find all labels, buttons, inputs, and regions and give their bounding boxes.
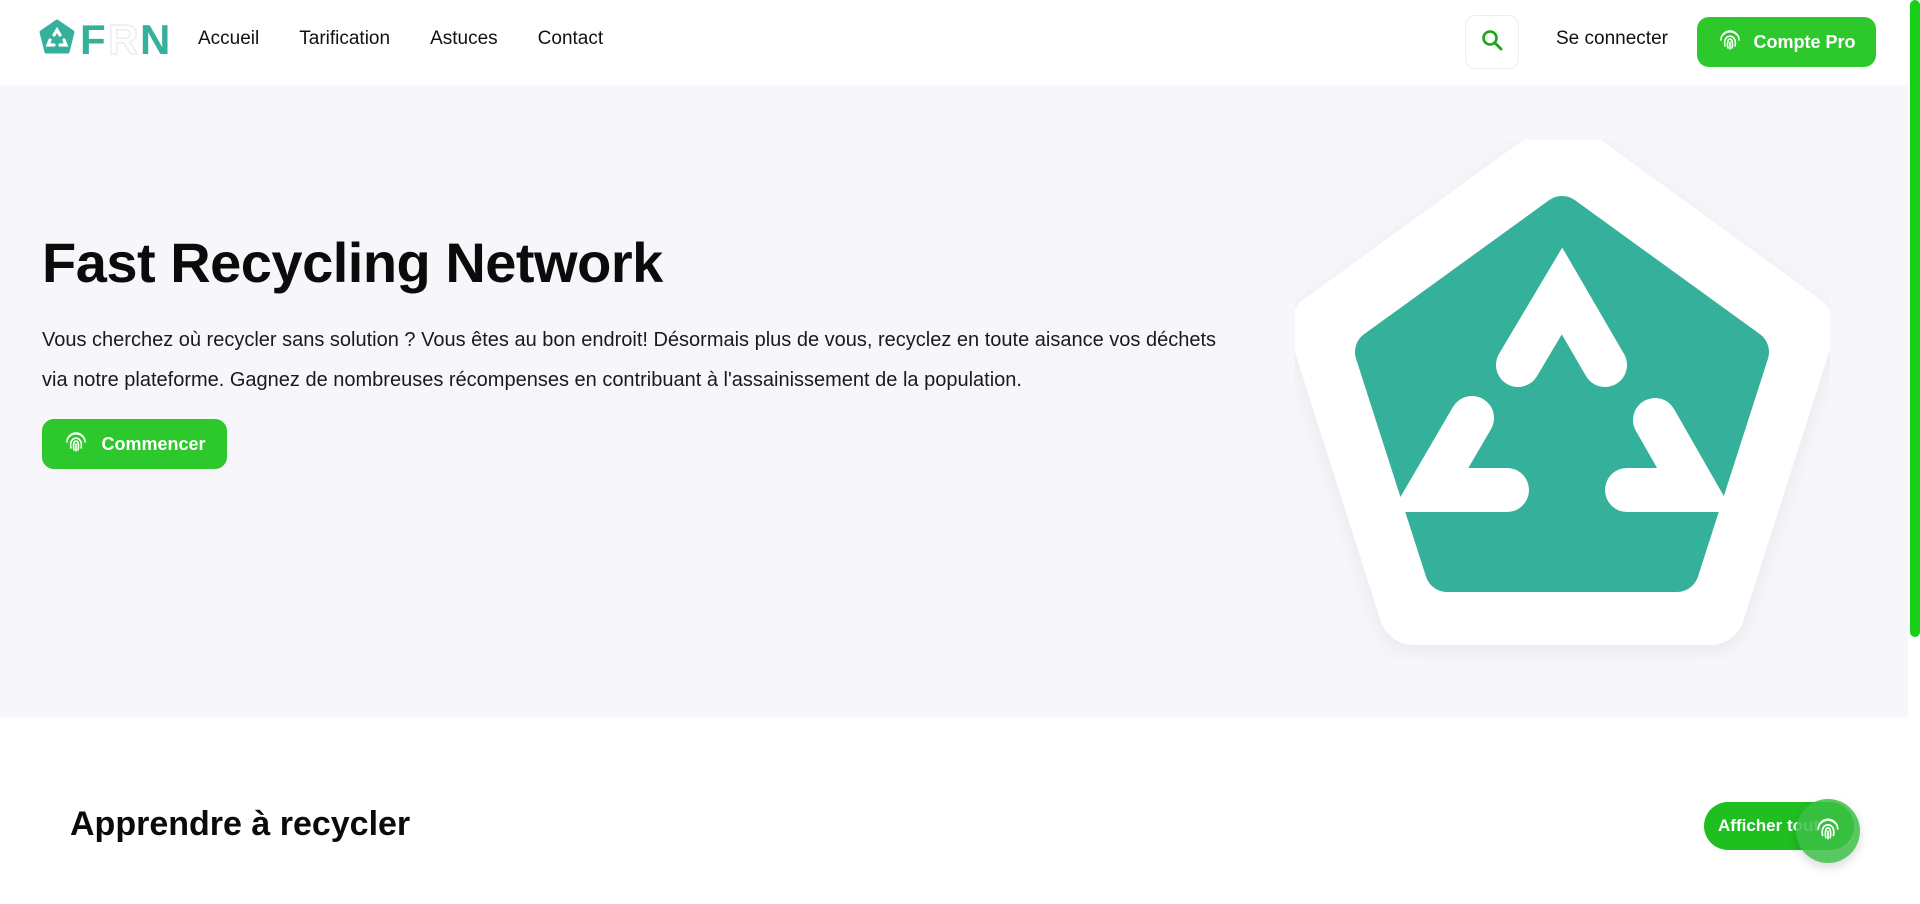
- signin-link[interactable]: Se connecter: [1556, 28, 1668, 50]
- start-button-label: Commencer: [101, 433, 206, 454]
- hero-section: Fast Recycling Network Vous cherchez où …: [0, 85, 1908, 717]
- nav-contact[interactable]: Contact: [538, 28, 603, 50]
- logo-letter-f: F: [80, 18, 106, 60]
- start-button[interactable]: Commencer: [42, 419, 227, 469]
- logo-letter-r: R: [108, 18, 138, 60]
- section-title: Apprendre à recycler: [70, 805, 411, 843]
- frn-logo[interactable]: F R N: [38, 15, 180, 64]
- search-icon: [1480, 28, 1504, 57]
- main-nav: Accueil Tarification Astuces Contact: [198, 28, 603, 50]
- fingerprint-icon: [1717, 27, 1743, 58]
- floating-action-button[interactable]: [1796, 799, 1860, 863]
- pro-account-button[interactable]: Compte Pro: [1697, 17, 1876, 67]
- nav-tarification[interactable]: Tarification: [299, 28, 390, 50]
- nav-accueil[interactable]: Accueil: [198, 28, 259, 50]
- search-button[interactable]: [1465, 15, 1519, 69]
- recycle-pentagon-icon: [1289, 120, 1835, 660]
- logo-letter-n: N: [140, 18, 170, 60]
- hero-title: Fast Recycling Network: [42, 231, 663, 294]
- nav-astuces[interactable]: Astuces: [430, 28, 498, 50]
- site-header: F R N Accueil Tarification Astuces Conta…: [0, 0, 1908, 85]
- scrollbar-thumb[interactable]: [1910, 0, 1920, 637]
- fingerprint-icon: [63, 429, 89, 460]
- hero-description: Vous cherchez où recycler sans solution …: [42, 329, 1216, 391]
- fingerprint-icon: [1814, 815, 1842, 848]
- pro-account-label: Compte Pro: [1753, 31, 1856, 52]
